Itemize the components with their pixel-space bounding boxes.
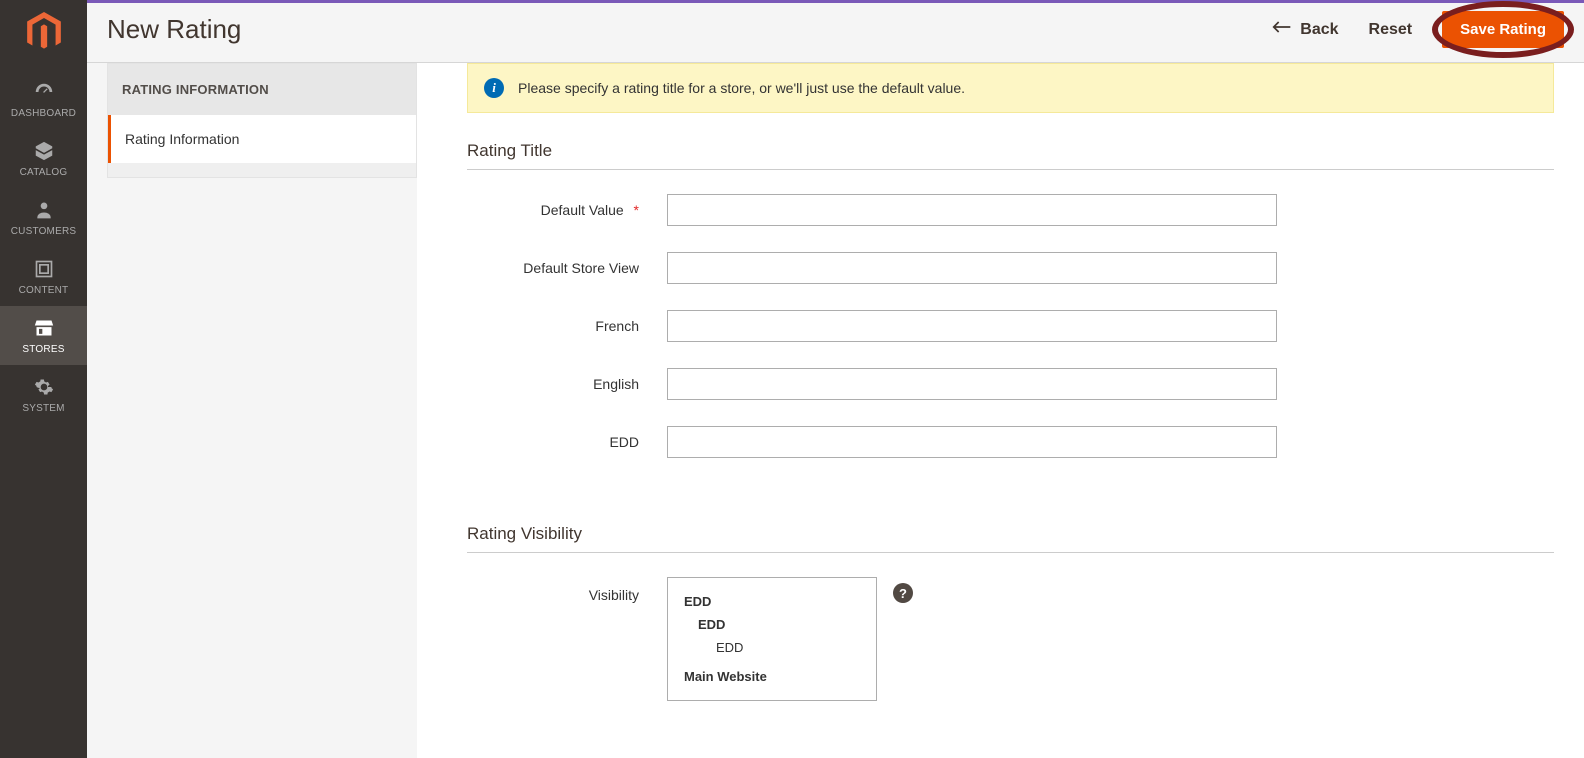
back-button[interactable]: Back — [1272, 20, 1338, 39]
dashboard-icon — [32, 80, 56, 104]
visibility-option[interactable]: Main Website — [678, 665, 866, 688]
content-row: RATING INFORMATION Rating Information i … — [87, 63, 1584, 758]
nav-dashboard[interactable]: DASHBOARD — [0, 70, 87, 129]
nav-label: SYSTEM — [22, 403, 64, 414]
field-label: English — [467, 376, 667, 392]
field-label: Default Store View — [467, 260, 667, 276]
nav-catalog[interactable]: CATALOG — [0, 129, 87, 188]
field-french: French — [467, 310, 1554, 342]
field-label: Default Value * — [467, 202, 667, 218]
label-text: Default Value — [541, 202, 624, 218]
page-header: New Rating Back Reset Save Rating — [87, 3, 1584, 63]
nav-label: STORES — [22, 344, 64, 355]
edd-input[interactable] — [667, 426, 1277, 458]
field-english: English — [467, 368, 1554, 400]
field-label: Visibility — [467, 577, 667, 603]
nav-customers[interactable]: CUSTOMERS — [0, 188, 87, 247]
field-default-store-view: Default Store View — [467, 252, 1554, 284]
field-label: French — [467, 318, 667, 334]
page-title: New Rating — [107, 14, 241, 45]
reset-label: Reset — [1369, 21, 1413, 39]
visibility-option[interactable]: EDD — [678, 613, 866, 636]
default-value-input[interactable] — [667, 194, 1277, 226]
back-label: Back — [1300, 21, 1338, 39]
section-title-rating-title: Rating Title — [467, 141, 1554, 161]
section-divider — [467, 552, 1554, 553]
nav-label: DASHBOARD — [11, 108, 76, 119]
panel-item-rating-info[interactable]: Rating Information — [108, 115, 416, 163]
visibility-select[interactable]: EDD EDD EDD Main Website — [667, 577, 877, 701]
french-input[interactable] — [667, 310, 1277, 342]
nav-label: CATALOG — [20, 167, 68, 178]
field-edd: EDD — [467, 426, 1554, 458]
system-icon — [32, 375, 56, 399]
header-actions: Back Reset Save Rating — [1272, 11, 1564, 48]
form-area: i Please specify a rating title for a st… — [417, 63, 1584, 758]
info-notice: i Please specify a rating title for a st… — [467, 63, 1554, 113]
notice-text: Please specify a rating title for a stor… — [518, 80, 965, 96]
field-label: EDD — [467, 434, 667, 450]
section-title-rating-visibility: Rating Visibility — [467, 524, 1554, 544]
required-mark: * — [634, 202, 639, 218]
save-button-wrap: Save Rating — [1442, 11, 1564, 48]
nav-system[interactable]: SYSTEM — [0, 365, 87, 424]
nav-label: CUSTOMERS — [11, 226, 77, 237]
nav-stores[interactable]: STORES — [0, 306, 87, 365]
stores-icon — [32, 316, 56, 340]
panel-header: RATING INFORMATION — [108, 64, 416, 115]
main-content: New Rating Back Reset Save Rating — [87, 0, 1584, 758]
arrow-left-icon — [1272, 20, 1292, 39]
magento-logo[interactable] — [24, 12, 64, 52]
field-default-value: Default Value * — [467, 194, 1554, 226]
field-visibility: Visibility EDD EDD EDD Main Website ? — [467, 577, 1554, 701]
save-rating-button[interactable]: Save Rating — [1442, 11, 1564, 48]
section-divider — [467, 169, 1554, 170]
reset-button[interactable]: Reset — [1369, 21, 1413, 39]
magento-logo-icon — [27, 12, 61, 52]
nav-content[interactable]: CONTENT — [0, 247, 87, 306]
help-icon[interactable]: ? — [893, 583, 913, 603]
info-icon: i — [484, 78, 504, 98]
default-store-view-input[interactable] — [667, 252, 1277, 284]
visibility-option[interactable]: EDD — [678, 590, 866, 613]
catalog-icon — [32, 139, 56, 163]
english-input[interactable] — [667, 368, 1277, 400]
customers-icon — [32, 198, 56, 222]
nav-label: CONTENT — [19, 285, 69, 296]
content-icon — [32, 257, 56, 281]
panel-spacer — [108, 163, 416, 177]
admin-sidebar: DASHBOARD CATALOG CUSTOMERS CONTENT STOR — [0, 0, 87, 758]
panel-box: RATING INFORMATION Rating Information — [107, 63, 417, 178]
side-panel: RATING INFORMATION Rating Information — [87, 63, 417, 758]
visibility-option[interactable]: EDD — [678, 636, 866, 659]
